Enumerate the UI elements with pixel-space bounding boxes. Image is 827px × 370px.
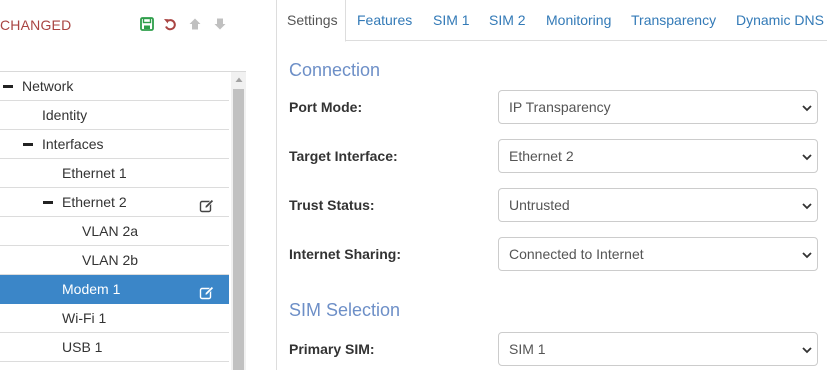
port-mode-value: IP Transparency <box>509 99 611 115</box>
tree-item-modem-1[interactable]: Modem 1 <box>0 275 229 304</box>
tab-dynamic-dns[interactable]: Dynamic DNS <box>726 0 827 41</box>
collapse-icon[interactable] <box>3 85 13 88</box>
tree-item-interfaces[interactable]: Interfaces <box>0 130 229 159</box>
target-interface-value: Ethernet 2 <box>509 148 574 164</box>
tab-bar: Settings Features SIM 1 SIM 2 Monitoring… <box>277 0 827 42</box>
left-panel: CHANGED Network Identity Interfaces Ethe… <box>0 0 248 370</box>
tree-item-label: Identity <box>42 107 88 123</box>
status-bar: CHANGED <box>0 0 240 50</box>
tree-item-label: Network <box>22 78 74 94</box>
tree-item-vlan-2a[interactable]: VLAN 2a <box>0 217 229 246</box>
trust-status-select[interactable]: Untrusted <box>498 188 818 222</box>
tree-item-label: Ethernet 1 <box>62 165 127 181</box>
internet-sharing-value: Connected to Internet <box>509 246 644 262</box>
tree-item-label: VLAN 2a <box>82 223 139 239</box>
tree-item-ethernet-1[interactable]: Ethernet 1 <box>0 159 229 188</box>
primary-sim-value: SIM 1 <box>509 341 546 357</box>
save-icon[interactable] <box>138 15 156 33</box>
tab-monitoring[interactable]: Monitoring <box>536 0 621 41</box>
section-title-connection: Connection <box>289 60 381 80</box>
tree-item-label: VLAN 2b <box>82 252 139 268</box>
edit-icon[interactable] <box>199 195 215 213</box>
chevron-down-icon <box>802 105 812 112</box>
tree-item-label: USB 1 <box>62 339 103 355</box>
tab-settings[interactable]: Settings <box>277 0 346 42</box>
tree-item-wifi-1[interactable]: Wi-Fi 1 <box>0 304 229 333</box>
tree-item-network[interactable]: Network <box>0 72 229 101</box>
tab-sim-1[interactable]: SIM 1 <box>423 0 480 41</box>
target-interface-label: Target Interface: <box>289 148 398 164</box>
change-status-text: CHANGED <box>0 17 72 33</box>
tree-scrollbar[interactable] <box>231 72 246 370</box>
undo-icon[interactable] <box>161 15 179 33</box>
tree-item-vlan-2b[interactable]: VLAN 2b <box>0 246 229 275</box>
internet-sharing-select[interactable]: Connected to Internet <box>498 237 818 271</box>
tree-item-identity[interactable]: Identity <box>0 101 229 130</box>
target-interface-select[interactable]: Ethernet 2 <box>498 139 818 173</box>
collapse-icon[interactable] <box>23 143 33 146</box>
tab-sim-2[interactable]: SIM 2 <box>479 0 536 41</box>
tree-item-label: Interfaces <box>42 136 104 152</box>
chevron-down-icon <box>802 252 812 259</box>
tree-item-usb-1[interactable]: USB 1 <box>0 333 229 362</box>
trust-status-label: Trust Status: <box>289 197 375 213</box>
port-mode-select[interactable]: IP Transparency <box>498 90 818 124</box>
arrow-up-icon[interactable] <box>186 15 204 33</box>
tree-item-label: Ethernet 2 <box>62 194 127 210</box>
scrollbar-thumb[interactable] <box>233 89 244 370</box>
primary-sim-label: Primary SIM: <box>289 341 375 357</box>
right-panel: Settings Features SIM 1 SIM 2 Monitoring… <box>276 0 827 370</box>
navigation-tree: Network Identity Interfaces Ethernet 1 E… <box>0 71 246 370</box>
chevron-down-icon <box>802 203 812 210</box>
tab-features[interactable]: Features <box>347 0 422 41</box>
arrow-down-icon[interactable] <box>211 15 229 33</box>
chevron-down-icon <box>802 347 812 354</box>
trust-status-value: Untrusted <box>509 197 570 213</box>
chevron-down-icon <box>802 154 812 161</box>
edit-icon[interactable] <box>199 282 215 300</box>
tree-item-label: Wi-Fi 1 <box>62 310 107 326</box>
section-title-sim-selection: SIM Selection <box>289 300 401 320</box>
internet-sharing-label: Internet Sharing: <box>289 246 402 262</box>
primary-sim-select[interactable]: SIM 1 <box>498 332 818 366</box>
tree-item-ethernet-2[interactable]: Ethernet 2 <box>0 188 229 217</box>
collapse-icon[interactable] <box>43 201 53 204</box>
scroll-up-arrow-icon[interactable] <box>231 72 246 87</box>
tab-transparency[interactable]: Transparency <box>621 0 726 41</box>
port-mode-label: Port Mode: <box>289 99 363 115</box>
tree-item-label: Modem 1 <box>62 281 121 297</box>
tree-list: Network Identity Interfaces Ethernet 1 E… <box>0 72 229 362</box>
